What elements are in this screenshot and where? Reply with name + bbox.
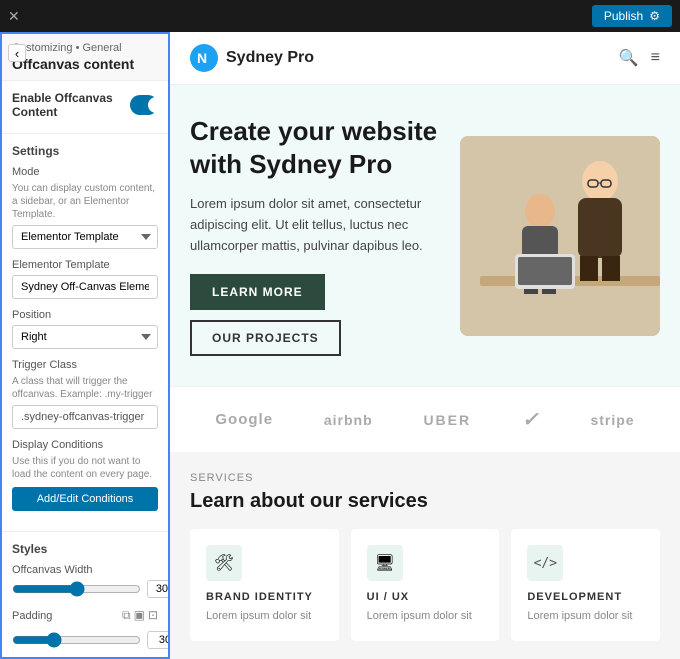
hero-title: Create your website with Sydney Pro	[190, 115, 440, 180]
logo-nike: ✓	[522, 407, 540, 432]
our-projects-button[interactable]: OUR PROJECTS	[190, 320, 341, 356]
logo-google: Google	[215, 411, 273, 428]
site-logo-text: Sydney Pro	[226, 49, 314, 67]
search-icon[interactable]: 🔍	[619, 48, 639, 68]
elementor-template-field: Elementor Template	[12, 259, 158, 299]
publish-button[interactable]: Publish ⚙	[592, 5, 672, 27]
display-conditions-field: Display Conditions Use this if you do no…	[12, 439, 158, 511]
logos-section: Google airbnb UBER ✓ stripe	[170, 386, 680, 452]
panel-header: Customizing • General Offcanvas content	[2, 34, 168, 81]
padding-icons: ⧉ ▣ ⊡	[122, 608, 158, 623]
publish-label: Publish	[604, 9, 643, 23]
hero-section: Create your website with Sydney Pro Lore…	[170, 85, 680, 386]
padding-slider[interactable]	[12, 632, 141, 648]
enable-section: Enable Offcanvas Content	[2, 81, 168, 134]
services-section: SERVICES Learn about our services 🛠 BRAN…	[170, 452, 680, 659]
breadcrumb: Customizing • General	[12, 42, 158, 54]
ux-icon: 🖥	[367, 545, 403, 581]
service-desc-dev: Lorem ipsum dolor sit	[527, 609, 644, 624]
brand-icon: 🛠	[206, 545, 242, 581]
add-conditions-button[interactable]: Add/Edit Conditions	[12, 487, 158, 511]
learn-more-button[interactable]: LEARN MORE	[190, 274, 325, 310]
elementor-template-input[interactable]	[12, 275, 158, 299]
services-label: SERVICES	[190, 472, 660, 484]
service-card-brand: 🛠 BRAND IDENTITY Lorem ipsum dolor sit	[190, 529, 339, 640]
enable-label: Enable Offcanvas Content	[12, 91, 130, 119]
offcanvas-width-slider[interactable]	[12, 581, 141, 597]
panel-title: Offcanvas content	[12, 56, 158, 72]
right-panel: N Sydney Pro 🔍 ≡ Create your website wit…	[170, 32, 680, 659]
services-grid: 🛠 BRAND IDENTITY Lorem ipsum dolor sit 🖥…	[190, 529, 660, 640]
enable-toggle[interactable]	[130, 95, 158, 115]
logo-airbnb: airbnb	[324, 412, 373, 428]
mode-label: Mode	[12, 166, 158, 178]
service-name-dev: DEVELOPMENT	[527, 591, 644, 603]
site-header: N Sydney Pro 🔍 ≡	[170, 32, 680, 85]
mode-field: Mode You can display custom content, a s…	[12, 166, 158, 249]
trigger-class-input[interactable]	[12, 405, 158, 429]
gear-icon: ⚙	[649, 9, 660, 23]
service-desc-brand: Lorem ipsum dolor sit	[206, 609, 323, 624]
trigger-class-note: A class that will trigger the offcanvas.…	[12, 375, 158, 401]
padding-label: Padding	[12, 610, 52, 622]
padding-link-icon[interactable]: ⧉	[122, 608, 131, 623]
top-bar: ✕ Publish ⚙	[0, 0, 680, 32]
close-button[interactable]: ✕	[8, 8, 20, 25]
back-button[interactable]: ‹	[8, 44, 26, 62]
mode-select[interactable]: Elementor Template	[12, 225, 158, 249]
styles-title: Styles	[12, 542, 158, 556]
offcanvas-width-label: Offcanvas Width	[12, 564, 158, 576]
offcanvas-width-field: Offcanvas Width	[12, 564, 158, 598]
hero-content: Create your website with Sydney Pro Lore…	[190, 115, 440, 356]
service-card-dev: </> DEVELOPMENT Lorem ipsum dolor sit	[511, 529, 660, 640]
svg-text:N: N	[197, 50, 207, 66]
styles-section: Styles Offcanvas Width Padding ⧉ ▣ ⊡	[2, 532, 168, 659]
menu-icon[interactable]: ≡	[651, 49, 660, 67]
site-nav: 🔍 ≡	[619, 48, 660, 68]
settings-title: Settings	[12, 144, 158, 158]
logo-stripe: stripe	[590, 412, 634, 428]
services-title: Learn about our services	[190, 490, 660, 513]
hero-text: Lorem ipsum dolor sit amet, consectetur …	[190, 194, 440, 256]
left-panel: ‹ Customizing • General Offcanvas conten…	[0, 32, 170, 659]
logo-uber: UBER	[423, 412, 471, 428]
position-select[interactable]: Right	[12, 325, 158, 349]
dev-icon: </>	[527, 545, 563, 581]
display-conditions-label: Display Conditions	[12, 439, 158, 451]
offcanvas-width-value[interactable]	[147, 580, 170, 598]
service-name-brand: BRAND IDENTITY	[206, 591, 323, 603]
n-logo-svg: N	[195, 49, 213, 67]
site-logo: N Sydney Pro	[190, 44, 314, 72]
logo-icon: N	[190, 44, 218, 72]
padding-reset-icon[interactable]: ⊡	[148, 608, 158, 623]
mode-note: You can display custom content, a sideba…	[12, 182, 158, 221]
elementor-template-label: Elementor Template	[12, 259, 158, 271]
service-name-ux: UI / UX	[367, 591, 484, 603]
conditions-note: Use this if you do not want to load the …	[12, 455, 158, 481]
service-card-ux: 🖥 UI / UX Lorem ipsum dolor sit	[351, 529, 500, 640]
padding-value[interactable]	[147, 631, 170, 649]
position-label: Position	[12, 309, 158, 321]
padding-unlink-icon[interactable]: ▣	[134, 608, 145, 623]
settings-section: Settings Mode You can display custom con…	[2, 134, 168, 532]
padding-field: Padding ⧉ ▣ ⊡	[12, 608, 158, 649]
position-field: Position Right	[12, 309, 158, 349]
trigger-class-field: Trigger Class A class that will trigger …	[12, 359, 158, 429]
trigger-class-label: Trigger Class	[12, 359, 158, 371]
hero-image	[460, 136, 660, 336]
hero-illustration	[460, 136, 660, 336]
service-desc-ux: Lorem ipsum dolor sit	[367, 609, 484, 624]
